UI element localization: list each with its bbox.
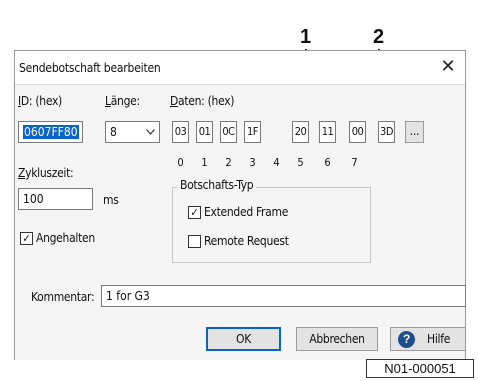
- remote-request-label: Remote Request: [204, 234, 289, 248]
- laenge-label-text: änge:: [110, 94, 140, 108]
- ok-button[interactable]: OK: [206, 327, 281, 351]
- data-byte-1[interactable]: 01: [196, 121, 213, 143]
- id-hex-label-text: D: (hex): [20, 94, 62, 108]
- daten-label: Daten: (hex): [170, 94, 235, 108]
- byte-index-5: 5: [297, 156, 304, 169]
- byte-index-0: 0: [177, 156, 184, 169]
- checkmark-icon: ✓: [190, 206, 199, 219]
- dialog-title: Sendebotschaft bearbeiten: [19, 61, 161, 75]
- checkmark-icon: ✓: [22, 232, 31, 245]
- angehalten-checkbox[interactable]: ✓: [20, 232, 33, 245]
- byte-index-6: 6: [324, 156, 331, 169]
- hilfe-button[interactable]: ? Hilfe: [390, 327, 466, 351]
- id-hex-input[interactable]: 0607FF80: [18, 121, 83, 143]
- laenge-value: 8: [110, 125, 117, 139]
- daten-label-mnemonic: D: [170, 94, 179, 108]
- chevron-down-icon[interactable]: [146, 129, 155, 135]
- abbrechen-button[interactable]: Abbrechen: [296, 327, 378, 351]
- data-byte-7[interactable]: 3D: [378, 121, 395, 143]
- byte-index-2: 2: [225, 156, 232, 169]
- dialog-titlebar: Sendebotschaft bearbeiten ✕: [15, 51, 465, 85]
- data-byte-2[interactable]: 0C: [220, 121, 237, 143]
- zykluszeit-label: Zykluszeit:: [18, 166, 74, 180]
- data-byte-5[interactable]: 11: [319, 121, 336, 143]
- kommentar-input[interactable]: 1 for G3: [101, 285, 466, 307]
- data-byte-0[interactable]: 03: [172, 121, 189, 143]
- daten-label-text: aten: (hex): [178, 94, 235, 108]
- data-byte-4[interactable]: 20: [292, 121, 309, 143]
- hilfe-label: Hilfe: [427, 332, 451, 346]
- extended-frame-checkbox[interactable]: ✓: [188, 206, 201, 219]
- kommentar-value: 1 for G3: [106, 289, 150, 303]
- byte-index-3: 3: [249, 156, 256, 169]
- botschafts-typ-label: Botschafts-Typ: [177, 178, 257, 192]
- id-hex-value: 0607FF80: [23, 125, 79, 139]
- laenge-label: Länge:: [105, 94, 140, 108]
- figure-code: N01-000051: [366, 359, 474, 378]
- extended-frame-label: Extended Frame: [204, 205, 289, 219]
- zykluszeit-label-text: ykluszeit:: [25, 166, 74, 180]
- more-button[interactable]: ...: [405, 121, 424, 143]
- close-icon[interactable]: ✕: [437, 56, 459, 78]
- zykluszeit-value: 100: [23, 192, 44, 206]
- laenge-select[interactable]: 8: [105, 121, 160, 143]
- botschafts-typ-group: [172, 187, 371, 263]
- byte-index-4: 4: [273, 156, 280, 169]
- remote-request-checkbox[interactable]: [188, 235, 201, 248]
- help-icon: ?: [398, 331, 415, 348]
- ms-unit-label: ms: [103, 193, 119, 207]
- angehalten-label: Angehalten: [36, 231, 95, 245]
- id-hex-label: ID: (hex): [18, 94, 62, 108]
- kommentar-label: Kommentar:: [31, 290, 95, 304]
- data-byte-6[interactable]: 00: [349, 121, 366, 143]
- byte-index-1: 1: [201, 156, 208, 169]
- byte-index-7: 7: [351, 156, 358, 169]
- zykluszeit-input[interactable]: 100: [18, 188, 93, 210]
- data-byte-3[interactable]: 1F: [244, 121, 261, 143]
